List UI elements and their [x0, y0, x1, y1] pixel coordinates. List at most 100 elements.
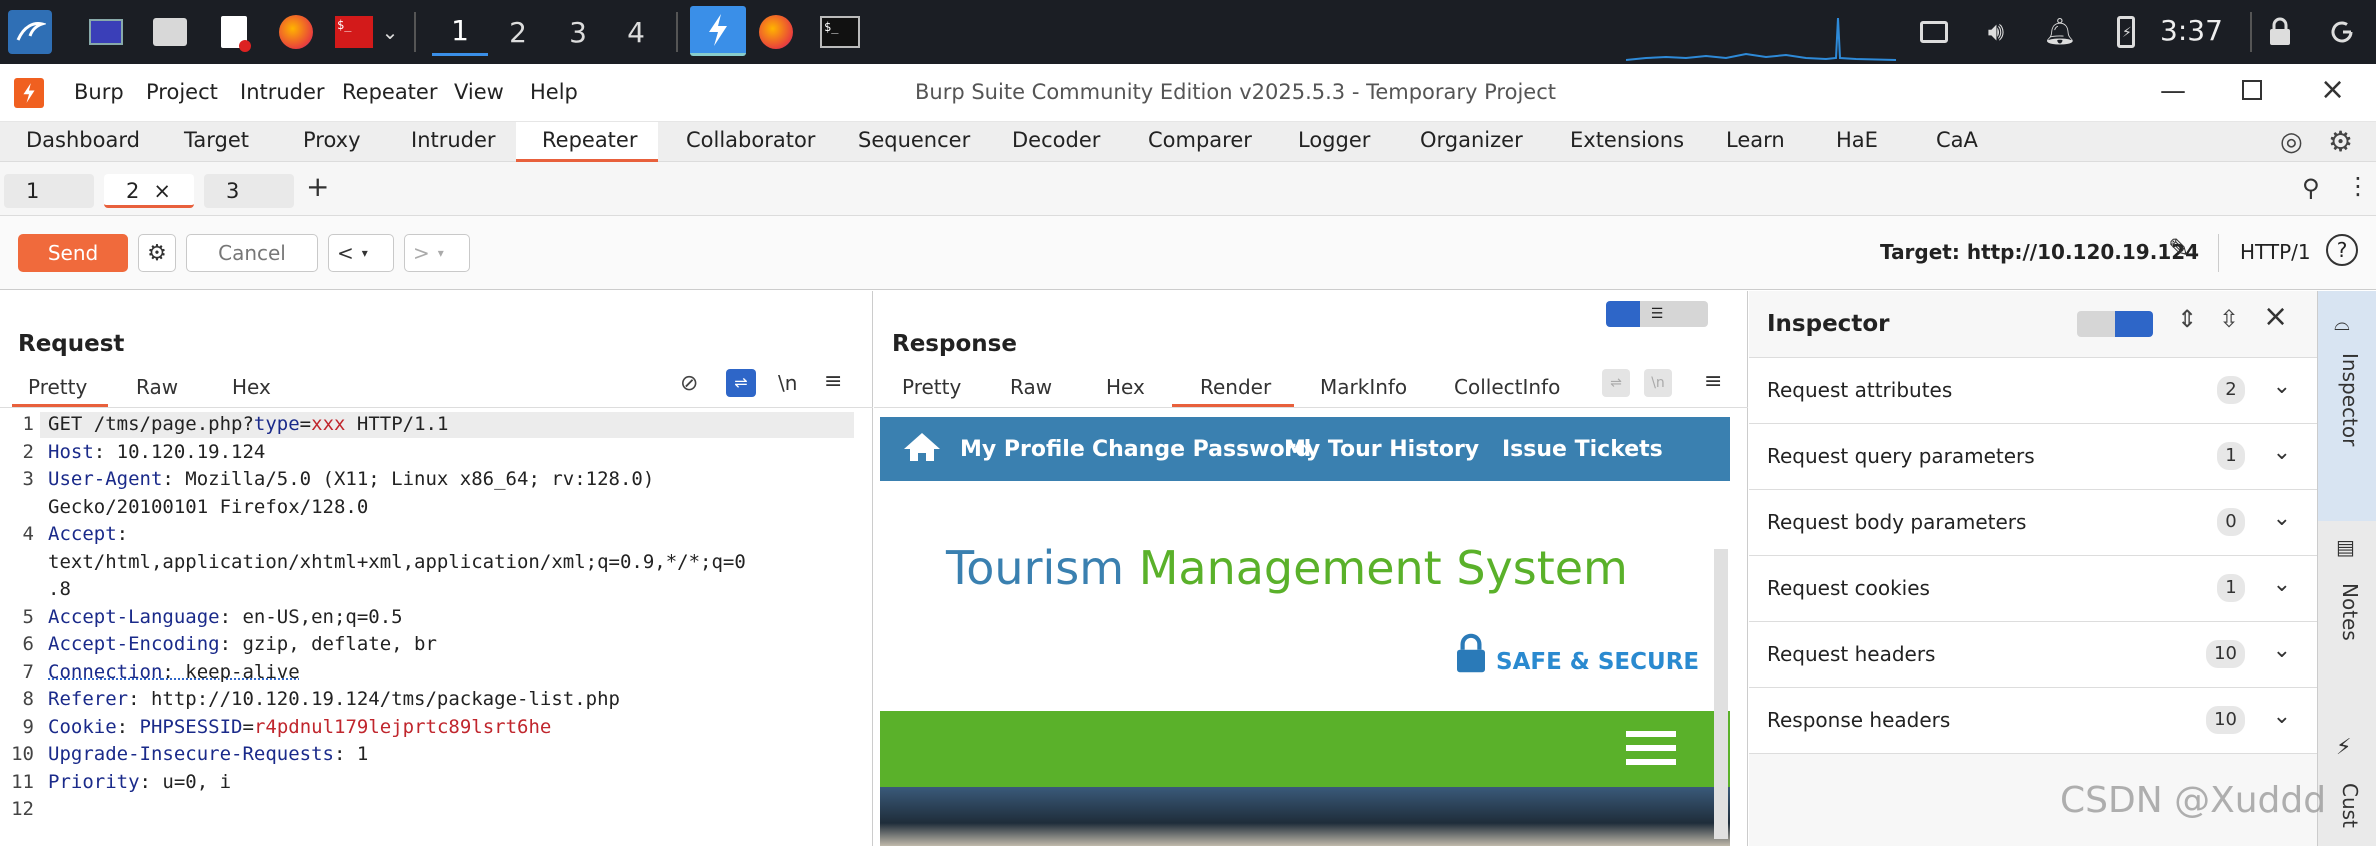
render-scrollbar[interactable] — [1714, 549, 1728, 839]
nav-my-tour-history[interactable]: My Tour History — [1284, 437, 1479, 462]
home-icon[interactable] — [902, 431, 942, 467]
response-tab-hex[interactable]: Hex — [1106, 375, 1145, 399]
response-tab-pretty[interactable]: Pretty — [902, 375, 961, 399]
inspector-row-response-headers[interactable]: Response headers 10 ⌄ — [1749, 688, 2317, 754]
nav-issue-tickets[interactable]: Issue Tickets — [1502, 437, 1663, 462]
layout-side-by-side-icon[interactable] — [1606, 301, 1640, 327]
tab-decoder[interactable]: Decoder — [1012, 128, 1100, 152]
back-button[interactable]: < ▾ — [328, 234, 394, 272]
chevron-down-icon[interactable]: ⌄ — [2273, 704, 2291, 729]
layout-stacked-icon[interactable]: ☰ — [1640, 301, 1674, 327]
inspector-layout-b-icon[interactable] — [2115, 311, 2153, 337]
repeater-tab-1[interactable]: 1 — [4, 174, 94, 208]
wrap-icon[interactable]: ⇌ — [1602, 369, 1630, 397]
add-tab-icon[interactable]: + — [306, 170, 329, 203]
tab-learn[interactable]: Learn — [1726, 128, 1785, 152]
response-tab-collectinfo[interactable]: CollectInfo — [1454, 375, 1560, 399]
nav-change-password[interactable]: Change Password — [1092, 437, 1311, 462]
terminal-icon[interactable]: $_ — [818, 10, 862, 54]
notification-bell-icon[interactable]: 🔔︎ — [2038, 10, 2082, 54]
tab-collaborator[interactable]: Collaborator — [686, 128, 815, 152]
files-icon[interactable] — [148, 10, 192, 54]
tab-organizer[interactable]: Organizer — [1420, 128, 1523, 152]
inspector-layout-a-icon[interactable] — [2077, 311, 2115, 337]
chevron-down-icon[interactable]: ⌄ — [2273, 572, 2291, 597]
tab-logger[interactable]: Logger — [1298, 128, 1370, 152]
firefox-icon[interactable] — [754, 10, 798, 54]
collapse-all-icon[interactable]: ⇳ — [2219, 305, 2239, 333]
menu-icon[interactable]: ≡ — [824, 369, 842, 394]
http-version-select[interactable]: HTTP/1 — [2240, 240, 2311, 264]
forward-dropdown-icon[interactable]: ▾ — [438, 246, 444, 260]
inspector-row-body-params[interactable]: Request body parameters 0 ⌄ — [1749, 490, 2317, 556]
tab-sequencer[interactable]: Sequencer — [858, 128, 970, 152]
workspace-4[interactable]: 4 — [608, 8, 664, 56]
send-settings-icon[interactable]: ⚙ — [138, 234, 176, 272]
desktop-icon[interactable] — [84, 10, 128, 54]
globe-icon[interactable]: ◎ — [2280, 127, 2303, 157]
newline-icon[interactable]: \n — [778, 371, 797, 395]
workspace-2[interactable]: 2 — [490, 8, 546, 56]
firefox-icon[interactable] — [274, 10, 318, 54]
tab-comparer[interactable]: Comparer — [1148, 128, 1252, 152]
tab-repeater[interactable]: Repeater — [542, 128, 637, 152]
volume-icon[interactable]: 🔊︎ — [1974, 10, 2018, 54]
tab-hae[interactable]: HaE — [1836, 128, 1878, 152]
tab-dashboard[interactable]: Dashboard — [26, 128, 140, 152]
tab-caa[interactable]: CaA — [1936, 128, 1978, 152]
response-tab-markinfo[interactable]: MarkInfo — [1320, 375, 1407, 399]
menu-help[interactable]: Help — [530, 80, 578, 104]
tab-intruder[interactable]: Intruder — [411, 128, 496, 152]
close-inspector-icon[interactable]: × — [2263, 299, 2288, 334]
repeater-tab-2[interactable]: 2 × — [104, 174, 194, 208]
chevron-down-icon[interactable]: ⌄ — [2273, 638, 2291, 663]
help-icon[interactable]: ? — [2326, 234, 2358, 266]
text-editor-icon[interactable] — [212, 10, 256, 54]
menu-project[interactable]: Project — [146, 80, 218, 104]
response-tab-render[interactable]: Render — [1200, 375, 1271, 399]
request-tab-pretty[interactable]: Pretty — [28, 375, 87, 399]
inspector-row-query-params[interactable]: Request query parameters 1 ⌄ — [1749, 424, 2317, 490]
menu-intruder[interactable]: Intruder — [240, 80, 325, 104]
sidebar-item-notes[interactable]: ▤ Notes — [2318, 523, 2376, 723]
restore-icon[interactable] — [2242, 80, 2262, 100]
power-refresh-icon[interactable] — [2320, 10, 2364, 54]
inspector-row-request-headers[interactable]: Request headers 10 ⌄ — [1749, 622, 2317, 688]
tab-target[interactable]: Target — [184, 128, 249, 152]
repeater-tab-3[interactable]: 3 — [204, 174, 294, 208]
request-tab-raw[interactable]: Raw — [136, 375, 178, 399]
nav-my-profile[interactable]: My Profile — [960, 437, 1085, 462]
back-dropdown-icon[interactable]: ▾ — [362, 246, 368, 260]
forward-button[interactable]: > ▾ — [404, 234, 470, 272]
menu-icon[interactable]: ≡ — [1704, 369, 1722, 394]
send-button[interactable]: Send — [18, 234, 128, 272]
close-icon[interactable]: × — [2320, 72, 2345, 107]
tab-extensions[interactable]: Extensions — [1570, 128, 1684, 152]
request-tab-hex[interactable]: Hex — [232, 375, 271, 399]
sidebar-item-custom[interactable]: ⚡ Cust — [2318, 725, 2376, 846]
wrap-icon[interactable]: ⇌ — [726, 369, 756, 397]
display-icon[interactable] — [1912, 10, 1956, 54]
sidebar-item-inspector[interactable]: ⌓ Inspector — [2318, 291, 2376, 521]
layout-single-icon[interactable] — [1674, 301, 1708, 327]
hamburger-icon[interactable] — [1626, 731, 1676, 737]
battery-icon[interactable]: ⚡ — [2104, 10, 2148, 54]
chevron-down-icon[interactable]: ⌄ — [376, 10, 404, 54]
settings-gear-icon[interactable]: ⚙ — [2328, 125, 2353, 158]
hide-icon[interactable]: ⊘ — [680, 371, 698, 396]
more-vertical-icon[interactable]: ⋮ — [2346, 172, 2370, 200]
response-tab-raw[interactable]: Raw — [1010, 375, 1052, 399]
workspace-3[interactable]: 3 — [550, 8, 606, 56]
tab-proxy[interactable]: Proxy — [303, 128, 361, 152]
terminal-red-icon[interactable]: $_ — [332, 10, 376, 54]
expand-all-icon[interactable]: ⇕ — [2177, 305, 2197, 333]
lock-icon[interactable] — [2258, 10, 2302, 54]
chevron-down-icon[interactable]: ⌄ — [2273, 506, 2291, 531]
request-editor[interactable]: 1 GET /tms/page.php?type=xxx HTTP/1.1 2 … — [0, 413, 873, 843]
menu-repeater[interactable]: Repeater — [342, 80, 437, 104]
edit-target-icon[interactable]: ✎ — [2168, 234, 2190, 264]
menu-view[interactable]: View — [454, 80, 504, 104]
kali-menu-icon[interactable] — [8, 10, 52, 54]
newline-icon[interactable]: \n — [1644, 369, 1672, 397]
search-icon[interactable]: ⚲ — [2302, 174, 2320, 202]
